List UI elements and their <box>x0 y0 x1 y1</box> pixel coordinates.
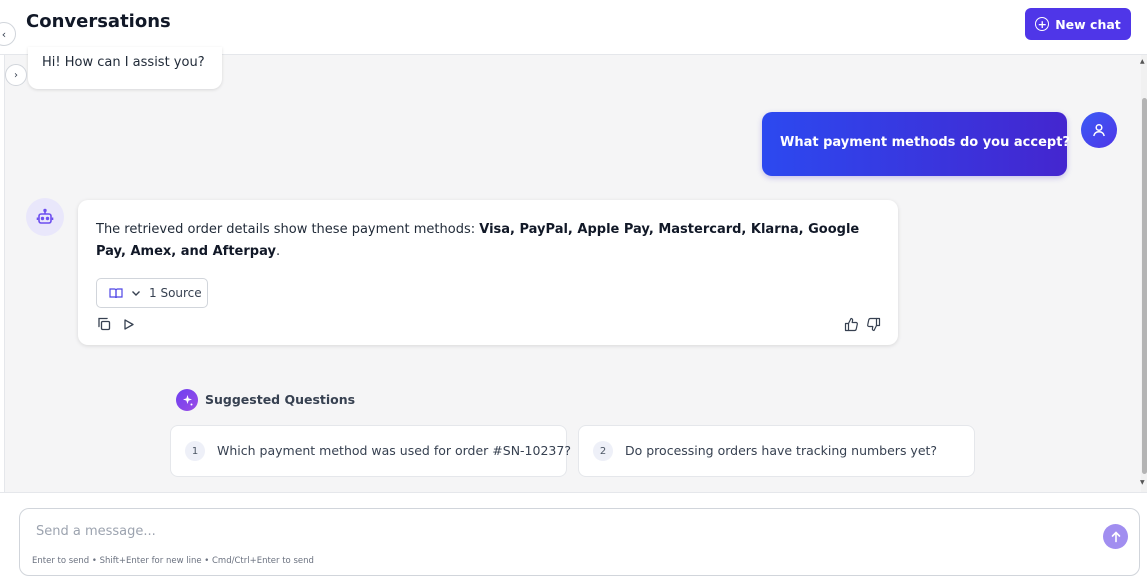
reply-prefix: The retrieved order details show these p… <box>96 222 480 237</box>
send-button[interactable] <box>1103 524 1128 549</box>
suggested-question-text: Which payment method was used for order … <box>217 443 571 458</box>
user-message-text: What payment methods do you accept? <box>780 135 1070 150</box>
expand-panel-button[interactable]: › <box>5 64 27 86</box>
suggested-question-2[interactable]: 2 Do processing orders have tracking num… <box>578 425 975 477</box>
bot-avatar <box>26 198 64 236</box>
suggested-questions-title: Suggested Questions <box>205 392 356 407</box>
chevron-right-icon: › <box>14 69 18 81</box>
question-number-badge: 1 <box>185 441 205 461</box>
chevron-down-icon <box>132 291 140 296</box>
new-chat-label: New chat <box>1055 16 1121 32</box>
sources-dropdown-button[interactable]: 1 Source <box>96 278 208 308</box>
reply-suffix: . <box>275 244 281 259</box>
user-icon <box>1093 123 1105 137</box>
greeting-text: Hi! How can I assist you? <box>42 55 205 70</box>
copy-button[interactable] <box>96 316 112 332</box>
assistant-reply-text: The retrieved order details show these p… <box>96 219 886 263</box>
page-title: Conversations <box>26 11 171 32</box>
user-message-bubble: What payment methods do you accept? <box>762 112 1070 176</box>
scroll-up-arrow-icon[interactable]: ▲ <box>1140 58 1145 65</box>
copy-icon <box>98 317 111 331</box>
user-avatar <box>1081 112 1117 148</box>
keyboard-hint: Enter to send • Shift+Enter for new line… <box>32 556 314 566</box>
play-audio-button[interactable] <box>120 316 136 332</box>
new-chat-button[interactable]: + New chat <box>1025 8 1131 40</box>
source-label: 1 Source <box>149 286 202 300</box>
assistant-reply-bubble: The retrieved order details show these p… <box>78 200 898 345</box>
plus-circle-icon: + <box>1035 17 1050 31</box>
book-open-icon <box>109 288 123 299</box>
question-number-badge: 2 <box>593 441 613 461</box>
suggested-question-text: Do processing orders have tracking numbe… <box>625 443 938 458</box>
scroll-down-arrow-icon[interactable]: ▼ <box>1140 479 1145 486</box>
chevron-left-icon: ‹ <box>1 27 7 41</box>
arrow-up-icon <box>1111 530 1120 542</box>
thumbs-down-icon <box>866 317 880 331</box>
message-input[interactable] <box>34 519 1088 543</box>
suggested-question-1[interactable]: 1 Which payment method was used for orde… <box>170 425 571 477</box>
thumbs-up-button[interactable] <box>843 316 859 332</box>
message-composer: Enter to send • Shift+Enter for new line… <box>19 508 1140 576</box>
sparkle-icon <box>176 389 198 411</box>
thumbs-up-icon <box>844 317 858 331</box>
scrollbar-thumb[interactable] <box>1142 98 1147 474</box>
collapse-sidebar-button[interactable]: ‹ <box>0 22 16 46</box>
bot-icon <box>36 208 54 224</box>
thumbs-down-button[interactable] <box>865 316 881 332</box>
play-icon <box>123 318 134 330</box>
assistant-greeting-bubble: Hi! How can I assist you? <box>28 47 222 89</box>
